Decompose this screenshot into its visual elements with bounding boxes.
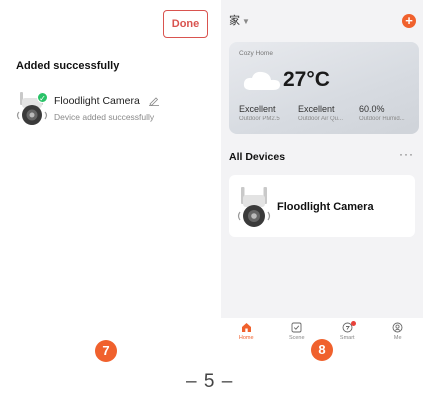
add-result-screen: Done Added successfully ✓ Floodlight Cam… bbox=[0, 0, 216, 345]
tab-me[interactable]: Me bbox=[373, 322, 423, 341]
step-badge-8: 8 bbox=[311, 339, 333, 361]
floodlight-camera-icon bbox=[237, 187, 271, 227]
stat-value: Excellent bbox=[298, 104, 335, 114]
stat-value: Excellent bbox=[239, 104, 276, 114]
tab-home[interactable]: Home bbox=[221, 322, 271, 341]
cloud-icon bbox=[243, 71, 280, 90]
device-card-name: Floodlight Camera bbox=[277, 201, 374, 213]
home-icon bbox=[241, 323, 251, 332]
stat-humidity: 60.0% Outdoor Humid... bbox=[359, 104, 417, 122]
chevron-down-icon: ▼ bbox=[242, 17, 250, 26]
page-number: – 5 – bbox=[186, 371, 234, 392]
device-name: Floodlight Camera bbox=[54, 95, 140, 107]
tab-label: Smart bbox=[339, 335, 355, 341]
device-name-row: Floodlight Camera bbox=[54, 95, 160, 107]
added-title: Added successfully bbox=[16, 60, 120, 72]
added-device-row: ✓ Floodlight Camera Device added success… bbox=[16, 90, 211, 130]
device-card[interactable]: Floodlight Camera bbox=[229, 175, 415, 237]
tab-label: Scene bbox=[288, 335, 305, 341]
check-icon: ✓ bbox=[37, 92, 48, 103]
stat-label: Outdoor PM2.5 bbox=[239, 116, 280, 122]
temperature: 27°C bbox=[283, 68, 330, 91]
home-name: Cozy Home bbox=[239, 50, 273, 57]
stat-pm25: Excellent Outdoor PM2.5 bbox=[239, 104, 297, 122]
home-selector[interactable]: 家 ▼ bbox=[229, 12, 250, 28]
stat-air-quality: Excellent Outdoor Air Qu... bbox=[298, 104, 356, 122]
app-home-screen: 家 ▼ + Cozy Home 27°C Excellent Outdoor PM… bbox=[221, 0, 423, 348]
all-devices-heading: All Devices bbox=[229, 151, 286, 163]
edit-icon[interactable] bbox=[148, 96, 160, 107]
tab-smart[interactable]: Smart bbox=[322, 321, 372, 341]
device-status: Device added successfully bbox=[54, 112, 155, 122]
plus-icon[interactable]: + bbox=[402, 14, 416, 28]
done-button[interactable]: Done bbox=[163, 10, 208, 38]
notification-dot bbox=[351, 321, 357, 326]
weather-card[interactable]: Cozy Home 27°C Excellent Outdoor PM2.5 E… bbox=[229, 42, 419, 134]
tab-label: Home bbox=[238, 335, 254, 341]
scene-icon bbox=[291, 322, 302, 333]
me-icon bbox=[392, 322, 403, 333]
stat-value: 60.0% bbox=[359, 104, 385, 114]
step-badge-7: 7 bbox=[95, 340, 117, 362]
home-selector-label: 家 bbox=[229, 15, 240, 27]
stat-label: Outdoor Humid... bbox=[359, 116, 405, 122]
stat-label: Outdoor Air Qu... bbox=[298, 116, 344, 122]
tab-label: Me bbox=[393, 335, 402, 341]
more-icon[interactable]: ··· bbox=[399, 147, 414, 161]
tab-scene[interactable]: Scene bbox=[272, 322, 322, 341]
